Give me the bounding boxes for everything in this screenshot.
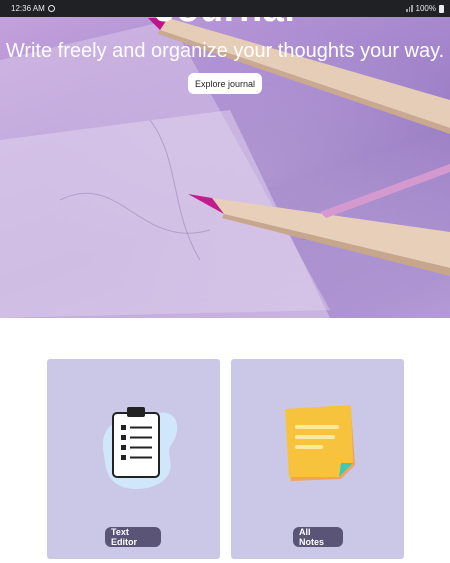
hero-subtitle: Write freely and organize your thoughts … — [5, 40, 445, 62]
status-time: 12:36 AM — [11, 4, 45, 13]
sticky-note-icon — [285, 405, 355, 481]
all-notes-card[interactable]: All Notes — [231, 359, 404, 559]
battery-icon — [439, 4, 444, 13]
notification-icon — [47, 5, 55, 12]
clipboard-checklist-icon — [102, 407, 178, 490]
feature-cards: Text Editor All Notes — [47, 359, 404, 559]
all-notes-label[interactable]: All Notes — [293, 527, 343, 547]
text-editor-label[interactable]: Text Editor — [105, 527, 161, 547]
status-bar: 12:36 AM 100% — [0, 0, 450, 17]
signal-icon — [406, 5, 413, 12]
hero-banner: Journal Write freely and organize your t… — [0, 0, 450, 318]
explore-journal-button[interactable]: Explore journal — [188, 73, 262, 94]
text-editor-card[interactable]: Text Editor — [47, 359, 220, 559]
battery-percent: 100% — [415, 4, 436, 13]
